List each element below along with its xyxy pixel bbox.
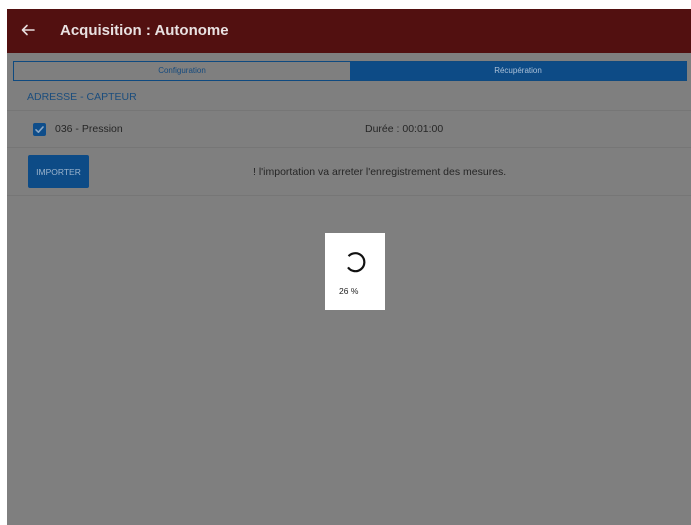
section-header: ADRESSE - CAPTEUR [27, 91, 137, 103]
tab-configuration[interactable]: Configuration [14, 62, 350, 80]
tab-recuperation[interactable]: Récupération [350, 62, 686, 80]
check-icon [35, 126, 44, 133]
sensor-row: 036 - Pression Durée : 00:01:00 [7, 110, 691, 148]
progress-dialog: 26 % [325, 233, 385, 310]
arrow-left-icon[interactable] [21, 20, 41, 40]
import-warning: ! l'importation va arreter l'enregistrem… [253, 166, 507, 178]
page-title: Acquisition : Autonome [60, 22, 229, 39]
sensor-label: 036 - Pression [55, 123, 123, 135]
spinner-icon [347, 252, 366, 273]
app-bar: Acquisition : Autonome [7, 9, 691, 53]
divider [7, 195, 691, 196]
import-button[interactable]: IMPORTER [28, 155, 89, 188]
app-window: Acquisition : Autonome Configuration Réc… [7, 9, 691, 525]
duration-text: Durée : 00:01:00 [365, 123, 444, 135]
tab-bar: Configuration Récupération [13, 61, 687, 81]
progress-percent: 26 % [339, 286, 359, 296]
sensor-checkbox[interactable] [33, 123, 46, 136]
